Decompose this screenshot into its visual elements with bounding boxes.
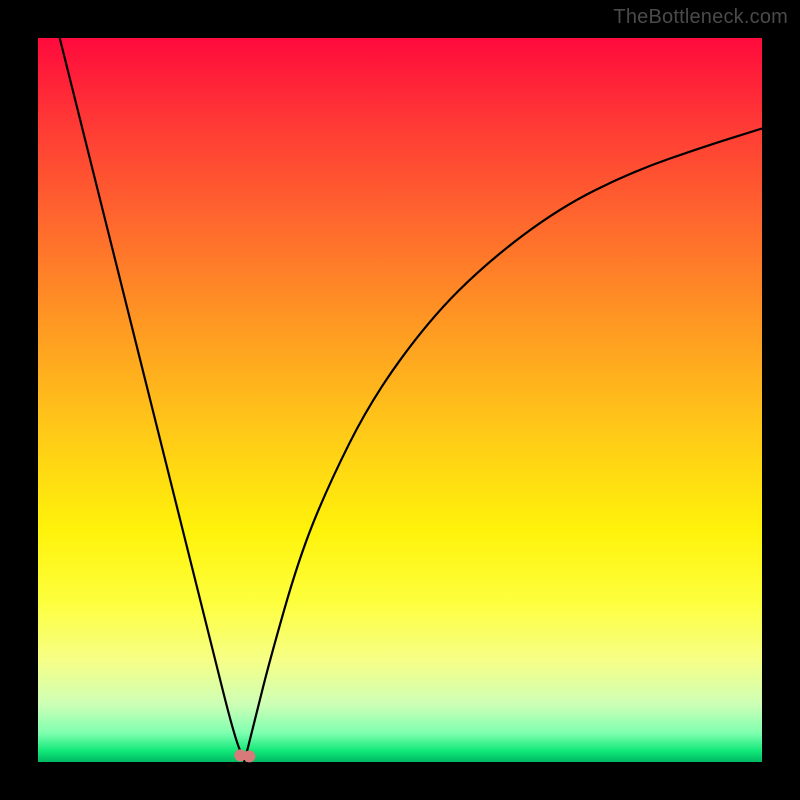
source-label: TheBottleneck.com xyxy=(613,6,788,29)
optimum-marker-b xyxy=(243,750,255,762)
bottleneck-curve xyxy=(60,38,762,762)
chart-frame: TheBottleneck.com xyxy=(0,0,800,800)
plot-area xyxy=(38,38,762,762)
curve-layer xyxy=(38,38,762,762)
